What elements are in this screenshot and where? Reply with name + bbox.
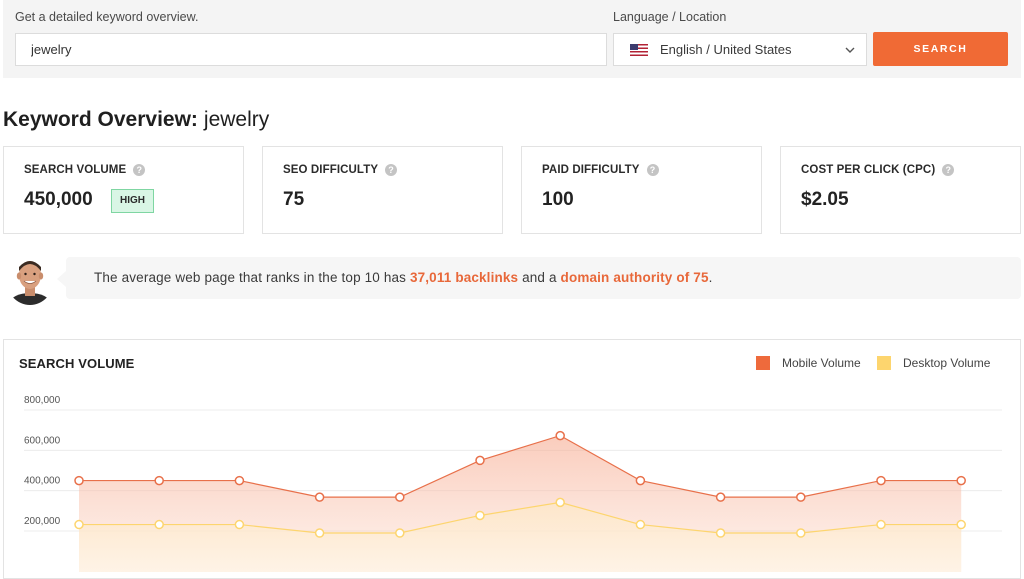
- mobile-point[interactable]: [555, 430, 565, 441]
- mobile-point[interactable]: [395, 492, 405, 502]
- desktop-point[interactable]: [475, 510, 485, 521]
- desktop-point[interactable]: [796, 528, 806, 538]
- search-volume-chart: 800,000 600,000 400,000 200,000: [24, 395, 1002, 572]
- mobile-point[interactable]: [715, 492, 726, 502]
- mobile-point[interactable]: [876, 475, 886, 486]
- mobile-point[interactable]: [154, 475, 164, 486]
- y-tick-label: 200,000: [24, 516, 61, 527]
- mobile-point[interactable]: [475, 455, 485, 466]
- mobile-point[interactable]: [635, 475, 646, 486]
- mobile-point[interactable]: [796, 492, 806, 502]
- desktop-point[interactable]: [876, 519, 886, 530]
- mobile-point[interactable]: [234, 475, 245, 486]
- desktop-point[interactable]: [715, 528, 726, 538]
- y-tick-label: 600,000: [24, 435, 61, 446]
- mobile-point[interactable]: [314, 492, 325, 502]
- desktop-point[interactable]: [154, 519, 164, 530]
- desktop-point[interactable]: [555, 497, 565, 508]
- desktop-point[interactable]: [395, 528, 405, 538]
- mobile-point[interactable]: [74, 475, 84, 486]
- desktop-point[interactable]: [314, 528, 325, 538]
- y-tick-label: 400,000: [24, 476, 61, 487]
- desktop-point[interactable]: [956, 519, 966, 530]
- mobile-point[interactable]: [956, 475, 966, 486]
- y-tick-label: 800,000: [24, 395, 61, 406]
- desktop-point[interactable]: [635, 519, 646, 530]
- desktop-point[interactable]: [234, 519, 245, 530]
- desktop-point[interactable]: [74, 519, 84, 530]
